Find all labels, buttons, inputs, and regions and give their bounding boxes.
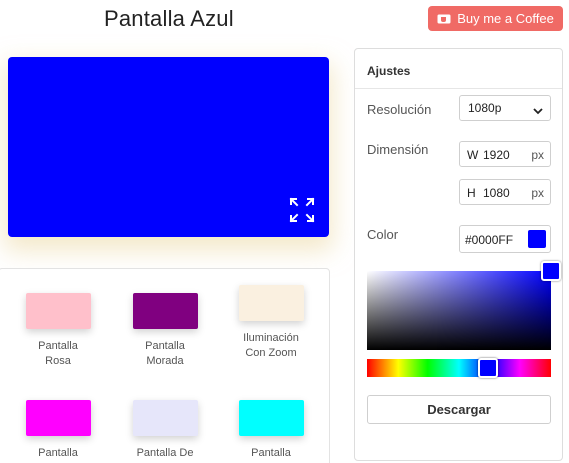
color-chip xyxy=(528,230,546,248)
gallery-item-lavanda[interactable]: Pantalla De xyxy=(120,400,210,461)
swatch-label: Iluminación Con Zoom xyxy=(243,332,299,359)
gallery-item-cian[interactable]: Pantalla xyxy=(226,400,316,461)
coffee-cup-icon xyxy=(437,14,451,24)
resolution-value: 1080p xyxy=(468,101,502,115)
width-field[interactable]: W 1920 px xyxy=(459,141,551,167)
color-swatch xyxy=(238,285,304,321)
gallery-item-rosa[interactable]: Pantalla Rosa xyxy=(13,293,103,369)
height-unit: px xyxy=(531,186,544,200)
color-swatch xyxy=(25,400,91,436)
width-value: 1920 xyxy=(483,148,510,162)
gallery-item-morada[interactable]: Pantalla Morada xyxy=(120,293,210,369)
settings-panel: Ajustes Resolución 1080p Dimensión W 192… xyxy=(354,48,563,461)
swatch-label: Pantalla De xyxy=(136,447,194,459)
buy-coffee-button[interactable]: Buy me a Coffee xyxy=(428,6,563,31)
chevron-down-icon xyxy=(533,104,543,115)
screen-preview-container xyxy=(8,57,329,237)
saturation-thumb[interactable] xyxy=(541,261,561,281)
color-hex-value: #0000FF xyxy=(465,233,514,247)
color-swatch xyxy=(132,400,198,436)
color-swatch xyxy=(238,400,304,436)
height-field[interactable]: H 1080 px xyxy=(459,179,551,205)
swatch-label: Pantalla xyxy=(251,447,291,459)
swatch-label: Pantalla xyxy=(38,447,78,459)
page-title: Pantalla Azul xyxy=(104,6,234,31)
settings-title: Ajustes xyxy=(367,64,411,78)
color-label: Color xyxy=(367,227,399,242)
screen-preview[interactable] xyxy=(8,57,329,237)
swatch-label: Pantalla Rosa xyxy=(38,340,78,367)
download-button[interactable]: Descargar xyxy=(367,395,551,424)
resolution-label: Resolución xyxy=(367,102,432,117)
width-unit: px xyxy=(531,148,544,162)
gallery-item-iluminacion[interactable]: Iluminación Con Zoom xyxy=(226,285,316,361)
resolution-select[interactable]: 1080p xyxy=(459,95,551,121)
divider xyxy=(355,88,562,89)
width-prefix: W xyxy=(467,148,479,162)
hue-thumb[interactable] xyxy=(478,358,499,378)
hue-slider[interactable] xyxy=(367,358,551,378)
color-gallery: Pantalla Rosa Pantalla Morada Iluminació… xyxy=(0,268,330,463)
color-hex-field[interactable]: #0000FF xyxy=(459,225,551,253)
dimension-label: Dimensión xyxy=(367,142,429,157)
height-value: 1080 xyxy=(483,186,510,200)
swatch-label: Pantalla Morada xyxy=(145,340,185,367)
height-prefix: H xyxy=(467,186,476,200)
expand-icon[interactable] xyxy=(289,197,315,223)
gallery-item-magenta[interactable]: Pantalla xyxy=(13,400,103,461)
buy-coffee-label: Buy me a Coffee xyxy=(457,11,554,26)
color-swatch xyxy=(132,293,198,329)
color-swatch xyxy=(25,293,91,329)
saturation-value-picker[interactable] xyxy=(367,261,561,350)
